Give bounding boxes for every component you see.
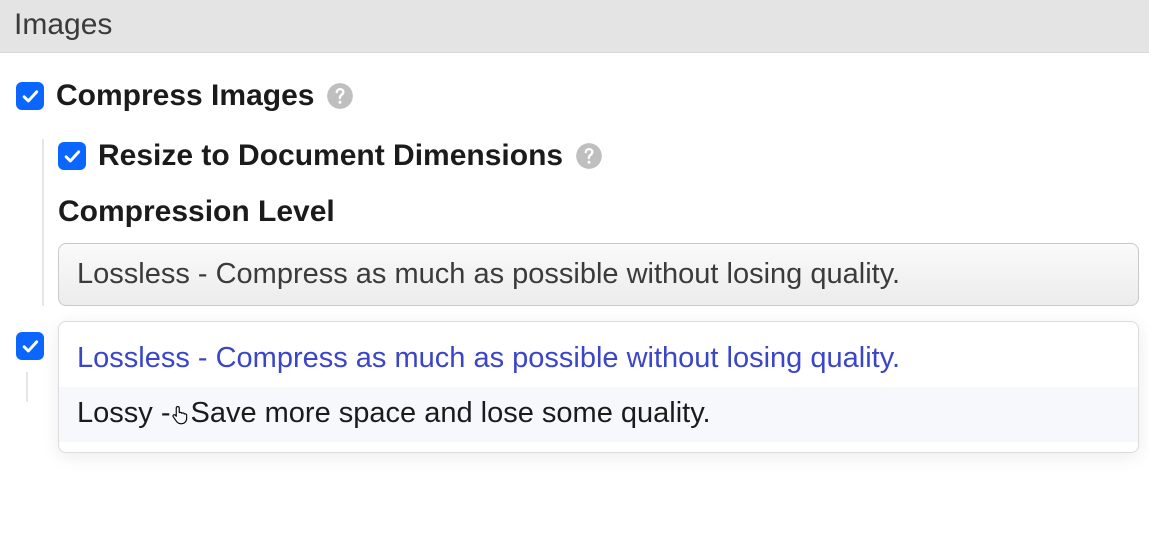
resize-row: Resize to Document Dimensions xyxy=(58,139,1139,173)
option-lossy-text-2: Save more space and lose some quality. xyxy=(190,397,710,430)
help-icon[interactable] xyxy=(326,82,354,110)
option-lossy-text-1: Lossy - xyxy=(77,397,170,430)
help-icon[interactable] xyxy=(575,142,603,170)
compression-level-select[interactable]: Lossless - Compress as much as possible … xyxy=(58,243,1139,306)
compression-level-select-wrap: Lossless - Compress as much as possible … xyxy=(58,243,1139,306)
compression-level-label: Compression Level xyxy=(58,195,1139,229)
next-setting-checkbox[interactable] xyxy=(16,332,44,360)
resize-label: Resize to Document Dimensions xyxy=(98,139,563,173)
resize-checkbox[interactable] xyxy=(58,142,86,170)
option-lossless[interactable]: Lossless - Compress as much as possible … xyxy=(59,332,1138,387)
nested-rule xyxy=(26,372,28,402)
compress-images-checkbox[interactable] xyxy=(16,82,44,110)
section-header: Images xyxy=(0,0,1149,53)
compress-nested-block: Resize to Document Dimensions Compressio… xyxy=(42,139,1139,306)
compress-images-row: Compress Images xyxy=(16,79,1139,113)
compression-level-options: Lossless - Compress as much as possible … xyxy=(58,321,1139,453)
section-title: Images xyxy=(14,8,112,41)
content-area: Compress Images Resize to Document Dimen… xyxy=(0,53,1149,306)
compress-images-label: Compress Images xyxy=(56,79,314,113)
option-lossy[interactable]: Lossy - Save more space and lose some qu… xyxy=(59,387,1138,442)
pointer-cursor-icon xyxy=(168,402,192,426)
